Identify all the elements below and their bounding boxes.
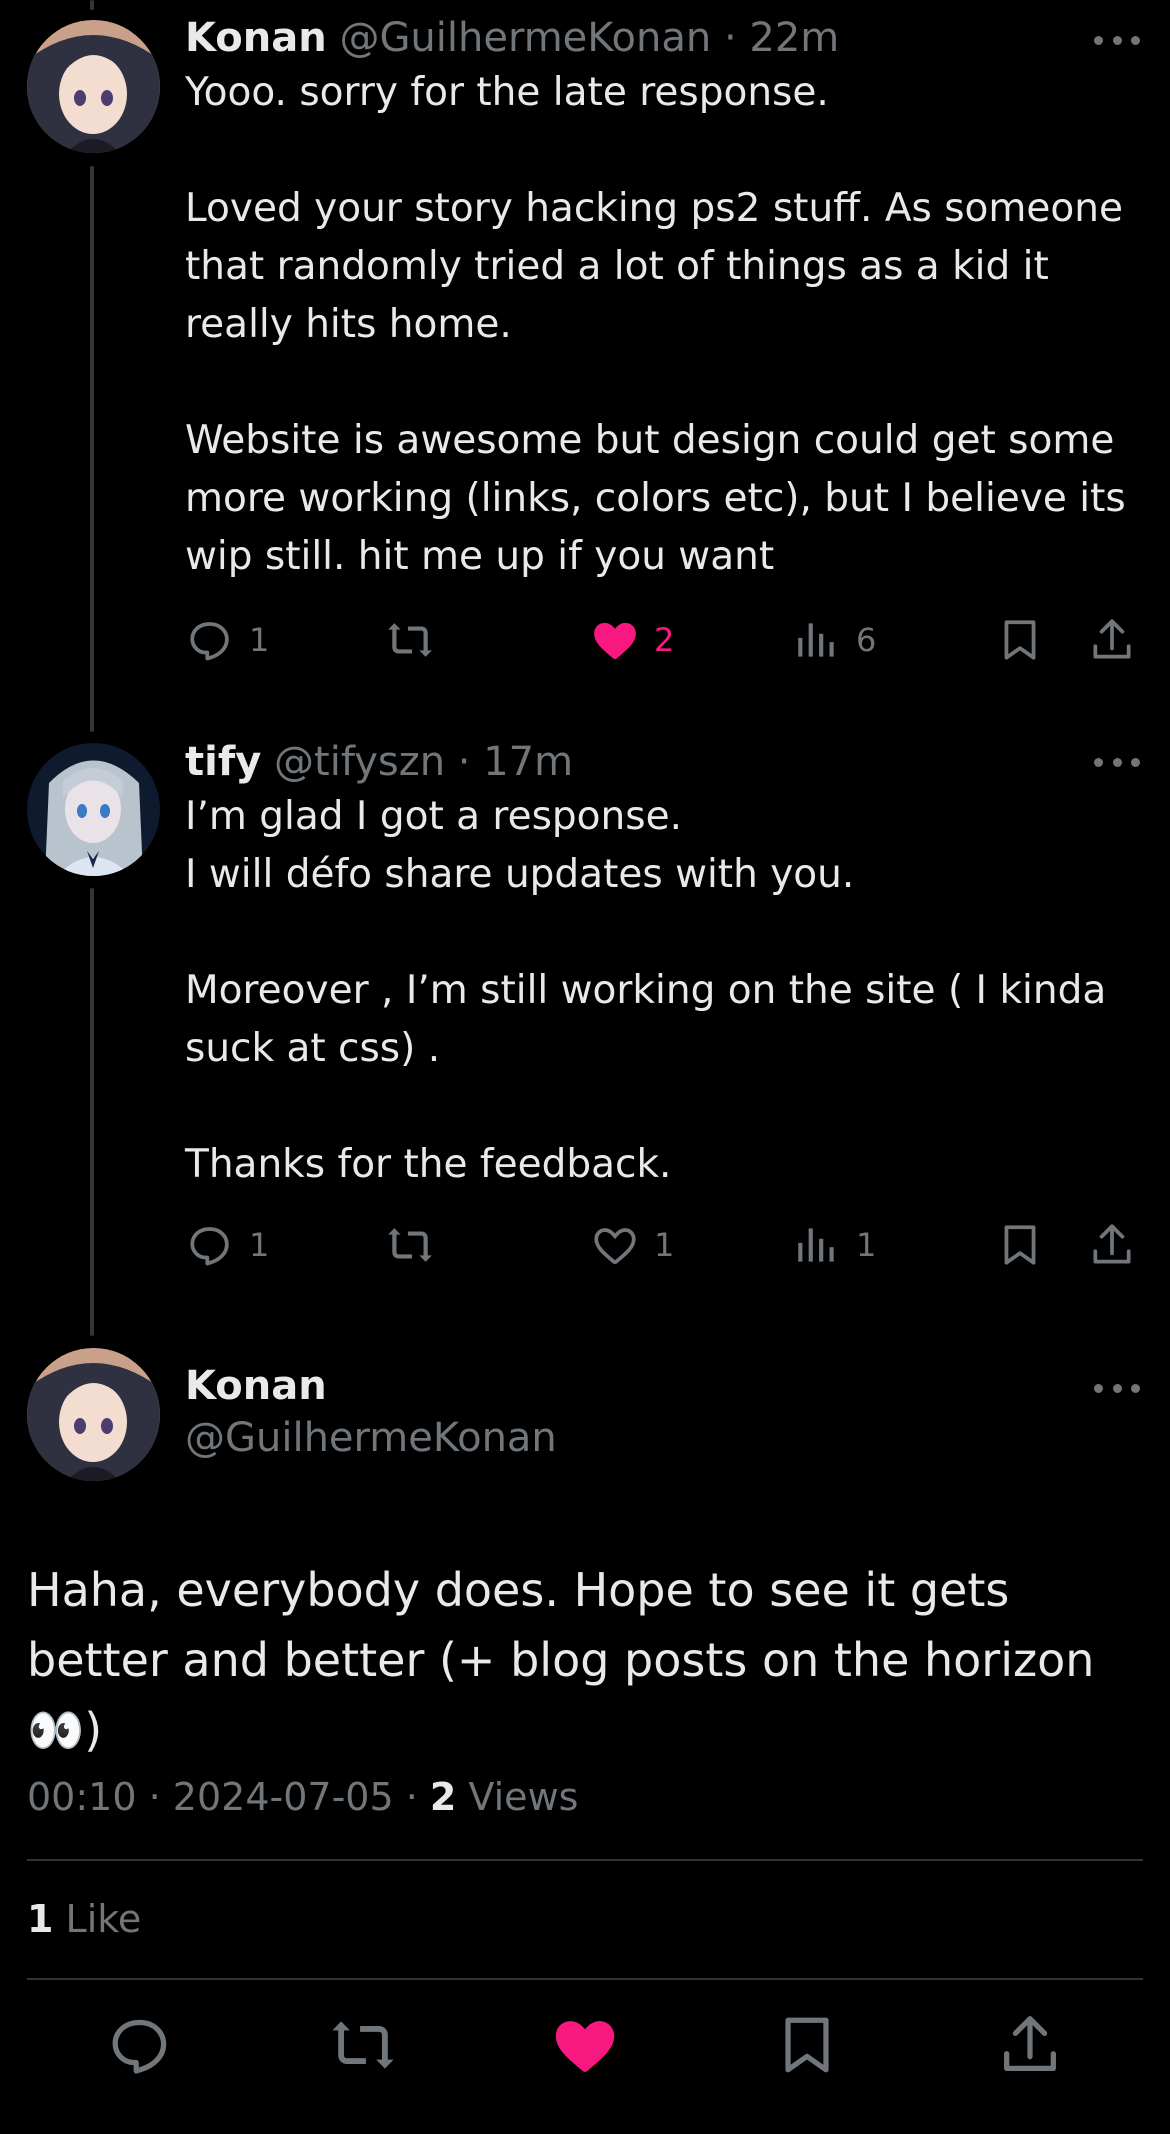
retweet-icon xyxy=(388,623,432,657)
reply-count: 1 xyxy=(249,621,270,659)
author-name[interactable]: Konan xyxy=(185,1360,1140,1412)
views-button[interactable]: 6 xyxy=(792,610,876,670)
tweet-meta: 00:10 · 2024-07-05 · 2 Views xyxy=(27,1770,578,1824)
separator: · xyxy=(457,739,471,785)
avatar-tify-image xyxy=(27,743,160,876)
retweet-icon xyxy=(332,2021,394,2069)
thread-line xyxy=(90,888,94,1336)
like-button[interactable]: 1 xyxy=(590,1215,674,1275)
avatar[interactable] xyxy=(27,1348,160,1481)
share-button[interactable] xyxy=(1087,1215,1137,1275)
avatar-konan-image xyxy=(27,20,160,153)
avatar-konan-image xyxy=(27,1348,160,1481)
author-handle[interactable]: @tifyszn xyxy=(274,739,445,785)
main-tweet-author[interactable]: Konan @GuilhermeKonan xyxy=(185,1360,1140,1464)
share-button[interactable] xyxy=(1087,610,1137,670)
reply-icon xyxy=(112,2019,167,2074)
avatar[interactable] xyxy=(27,20,160,153)
avatar[interactable] xyxy=(27,743,160,876)
share-button[interactable] xyxy=(995,2010,1065,2080)
share-icon xyxy=(1093,1224,1131,1264)
share-icon xyxy=(1093,619,1131,659)
tweet-time[interactable]: 22m xyxy=(749,15,839,61)
heart-icon xyxy=(555,2021,615,2072)
main-tweet-text: Haha, everybody does. Hope to see it get… xyxy=(27,1563,1110,1757)
separator: · xyxy=(723,15,737,61)
tweet-text: I’m glad I got a response. I will défo s… xyxy=(185,794,1107,1187)
author-handle[interactable]: @GuilhermeKonan xyxy=(185,1412,1140,1464)
tweet-actions: 1 2 6 xyxy=(185,610,1145,670)
heart-icon xyxy=(594,622,636,660)
reply-tweet[interactable]: tify @tifyszn · 17m I’m glad I got a res… xyxy=(185,736,1140,1194)
divider xyxy=(27,1978,1143,1980)
reply-button[interactable] xyxy=(105,2010,175,2080)
bookmark-icon xyxy=(1004,1225,1036,1265)
like-button[interactable]: 2 xyxy=(590,610,674,670)
likes-label: Like xyxy=(65,1897,142,1941)
reply-button[interactable]: 1 xyxy=(185,1215,269,1275)
bookmark-button[interactable] xyxy=(995,1215,1045,1275)
analytics-icon xyxy=(798,1228,834,1262)
thread-line xyxy=(90,0,94,10)
share-icon xyxy=(1004,2016,1056,2071)
like-count: 2 xyxy=(654,621,675,659)
tweet-time[interactable]: 17m xyxy=(483,739,573,785)
view-count: 6 xyxy=(856,621,877,659)
bookmark-button[interactable] xyxy=(995,610,1045,670)
reply-icon xyxy=(190,1227,229,1266)
like-count: 1 xyxy=(654,1226,675,1264)
author-handle[interactable]: @GuilhermeKonan xyxy=(339,15,711,61)
author-name[interactable]: tify xyxy=(185,739,261,785)
tweet-text: Yooo. sorry for the late response. Loved… xyxy=(185,70,1126,579)
analytics-icon xyxy=(798,623,834,657)
views-button[interactable]: 1 xyxy=(792,1215,876,1275)
tweet-time: 00:10 xyxy=(27,1775,137,1819)
heart-icon xyxy=(594,1228,636,1264)
reply-tweet[interactable]: Konan @GuilhermeKonan · 22m Yooo. sorry … xyxy=(185,12,1140,586)
bookmark-button[interactable] xyxy=(772,2010,842,2080)
reply-button[interactable]: 1 xyxy=(185,610,269,670)
retweet-icon xyxy=(388,1228,432,1262)
tweet-header: Konan @GuilhermeKonan · 22m xyxy=(185,12,1140,64)
reply-icon xyxy=(190,622,229,661)
tweet-actions: 1 1 1 xyxy=(185,1215,1145,1275)
tweet-date: 2024-07-05 xyxy=(172,1775,394,1819)
like-button[interactable] xyxy=(550,2010,620,2080)
retweet-button[interactable] xyxy=(385,610,435,670)
views-label[interactable]: Views xyxy=(468,1775,578,1819)
author-name[interactable]: Konan xyxy=(185,15,327,61)
more-icon[interactable] xyxy=(1094,1368,1140,1408)
separator: · xyxy=(148,1775,161,1819)
thread-line xyxy=(90,166,94,732)
likes-count: 1 xyxy=(27,1897,54,1941)
reply-count: 1 xyxy=(249,1226,270,1264)
divider xyxy=(27,1859,1143,1861)
bookmark-icon xyxy=(1004,620,1036,660)
bookmark-icon xyxy=(785,2017,829,2073)
tweet-header: tify @tifyszn · 17m xyxy=(185,736,1140,788)
retweet-button[interactable] xyxy=(385,1215,435,1275)
main-tweet-actions xyxy=(0,2010,1170,2080)
retweet-button[interactable] xyxy=(328,2010,398,2080)
likes-summary[interactable]: 1 Like xyxy=(27,1892,141,1946)
more-icon[interactable] xyxy=(1094,20,1140,60)
view-count: 1 xyxy=(856,1226,877,1264)
more-icon[interactable] xyxy=(1094,742,1140,782)
separator: · xyxy=(405,1775,418,1819)
views-count: 2 xyxy=(429,1775,457,1819)
